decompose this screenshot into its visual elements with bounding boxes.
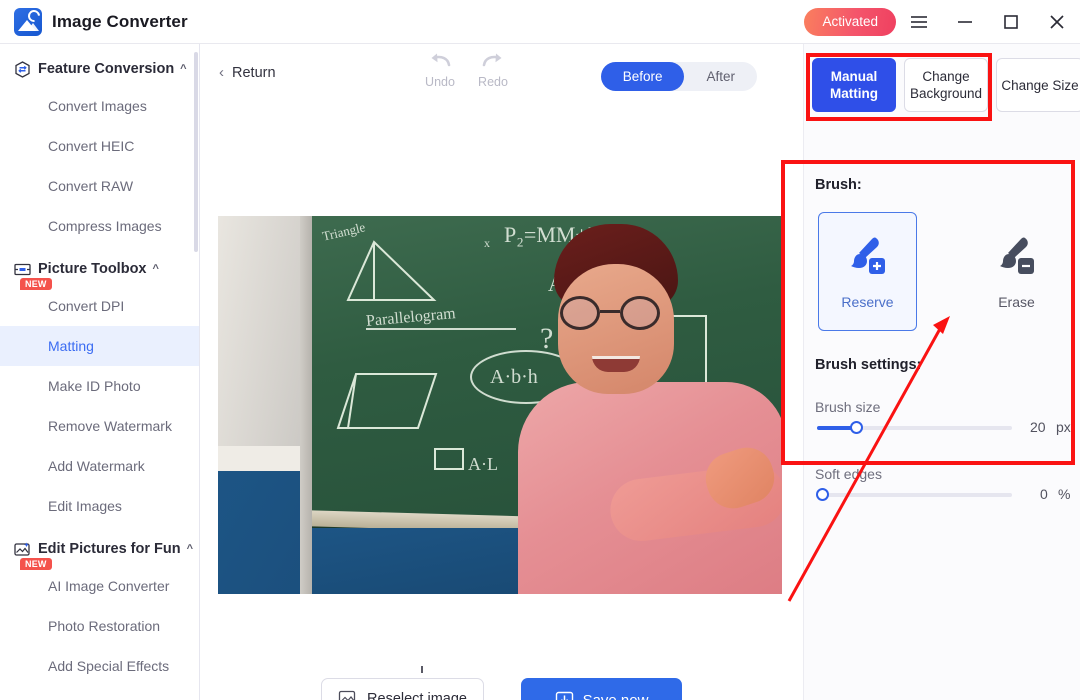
sidebar-item-convert-images[interactable]: Convert Images (0, 86, 199, 126)
sidebar-item-compress-images[interactable]: Compress Images (0, 206, 199, 246)
convert-hex-icon (14, 60, 31, 78)
mode-button-group: Manual Matting Change Background Change … (812, 58, 1080, 112)
app-window: Image Converter Activated Feature Conver… (0, 0, 1080, 700)
sidebar-item-matting[interactable]: Matting (0, 326, 199, 366)
brush-minus-icon (989, 234, 1045, 281)
sidebar-item-label: AI Image Converter (48, 578, 170, 594)
editor-toolbar: ‹ Return Undo Redo Before After (201, 44, 803, 106)
sidebar-item-ai-image-converter[interactable]: NEW AI Image Converter (0, 558, 199, 606)
maximize-icon[interactable] (988, 0, 1034, 44)
edit-picture-icon (14, 541, 31, 558)
new-badge: NEW (20, 278, 52, 290)
window-controls: Activated (804, 0, 1080, 44)
sidebar-item-label: Compress Images (48, 218, 162, 234)
sidebar-item-convert-heic[interactable]: Convert HEIC (0, 126, 199, 166)
redo-label: Redo (478, 75, 508, 89)
change-size-button[interactable]: Change Size (996, 58, 1080, 112)
close-icon[interactable] (1034, 0, 1080, 44)
sidebar-group-title: Picture Toolbox (38, 261, 147, 277)
reselect-label: Reselect image (367, 691, 467, 700)
minimize-icon[interactable] (942, 0, 988, 44)
undo-arrow-icon (431, 53, 451, 67)
sidebar-group-title: Feature Conversion (38, 61, 175, 77)
soft-edges-value: 0 (1040, 486, 1048, 502)
reserve-brush-button[interactable]: Reserve (818, 212, 917, 331)
brush-section-label: Brush: (815, 177, 862, 193)
brush-tool-group: Reserve Erase (812, 212, 1066, 331)
editor-area: ‹ Return Undo Redo Before After Triangle… (201, 44, 803, 700)
sidebar-item-add-watermark[interactable]: Add Watermark (0, 446, 199, 486)
sidebar-group-feature-conversion[interactable]: Feature Conversion ^ (0, 52, 199, 86)
sidebar-item-label: Convert DPI (48, 298, 125, 314)
reselect-image-button[interactable]: Reselect image (321, 678, 484, 700)
before-tab[interactable]: Before (600, 62, 685, 91)
before-after-toggle: Before After (600, 62, 757, 91)
hamburger-icon[interactable] (896, 0, 942, 44)
undo-label: Undo (425, 75, 455, 89)
manual-matting-button[interactable]: Manual Matting (812, 58, 896, 112)
sidebar-item-make-id-photo[interactable]: Make ID Photo (0, 366, 199, 406)
activated-button[interactable]: Activated (804, 7, 896, 36)
preview-photo[interactable]: Triangle P₂=MM+M A = b×h 2 Parallelogram… (218, 216, 782, 594)
sidebar-item-label: Convert HEIC (48, 138, 135, 154)
person-subject (518, 224, 782, 594)
toolbox-icon (14, 261, 31, 278)
redo-arrow-icon (482, 53, 502, 67)
image-refresh-icon (338, 690, 358, 700)
image-canvas[interactable]: Triangle P₂=MM+M A = b×h 2 Parallelogram… (201, 106, 803, 673)
sidebar-item-label: Photo Restoration (48, 618, 161, 634)
soft-edges-slider-track[interactable] (817, 493, 1012, 497)
sidebar-item-label: Add Watermark (48, 458, 145, 474)
save-now-button[interactable]: Save now (521, 678, 682, 700)
action-bar: Reselect image Save now (201, 646, 803, 700)
erase-brush-button[interactable]: Erase (967, 212, 1066, 331)
download-box-icon (555, 691, 574, 700)
save-label: Save now (582, 691, 649, 700)
soft-edges-label: Soft edges (815, 466, 882, 482)
sidebar-item-label: Remove Watermark (48, 418, 172, 434)
sidebar-item-add-special-effects[interactable]: Add Special Effects (0, 646, 199, 686)
redo-button[interactable]: Redo (466, 52, 520, 89)
sidebar: Feature Conversion ^ Convert Images Conv… (0, 44, 200, 700)
chevron-up-icon: ^ (180, 63, 187, 75)
sidebar-item-label: Matting (48, 338, 94, 354)
sidebar-item-label: Make ID Photo (48, 378, 141, 394)
sidebar-item-label: Convert Images (48, 98, 147, 114)
brush-size-label: Brush size (815, 399, 881, 415)
soft-edges-unit: % (1058, 486, 1071, 502)
sidebar-item-remove-watermark[interactable]: Remove Watermark (0, 406, 199, 446)
return-button[interactable]: ‹ Return (219, 64, 276, 81)
brush-size-unit: px (1056, 419, 1071, 435)
sidebar-scrollbar[interactable] (194, 52, 198, 252)
right-panel: Manual Matting Change Background Change … (803, 44, 1080, 700)
sidebar-item-photo-restoration[interactable]: Photo Restoration (0, 606, 199, 646)
sidebar-item-label: Convert RAW (48, 178, 134, 194)
title-bar: Image Converter Activated (0, 0, 1080, 44)
chevron-left-icon: ‹ (219, 64, 224, 81)
sidebar-item-label: Add Special Effects (48, 658, 170, 674)
sidebar-item-pic-collage[interactable]: Pic Collage (0, 686, 199, 700)
new-badge: NEW (20, 558, 52, 570)
sidebar-item-convert-raw[interactable]: Convert RAW (0, 166, 199, 206)
brush-size-value: 20 (1030, 419, 1046, 435)
return-label: Return (232, 64, 276, 81)
chevron-up-icon: ^ (152, 263, 159, 275)
sidebar-group-title: Edit Pictures for Fun (38, 541, 181, 557)
brush-size-slider-knob[interactable] (850, 421, 863, 434)
erase-label: Erase (998, 293, 1035, 310)
sidebar-item-convert-dpi[interactable]: NEW Convert DPI (0, 278, 199, 326)
app-title: Image Converter (52, 11, 188, 31)
soft-edges-slider-knob[interactable] (816, 488, 829, 501)
after-tab[interactable]: After (684, 62, 757, 91)
reserve-label: Reserve (841, 293, 894, 310)
change-background-button[interactable]: Change Background (904, 58, 988, 112)
undo-button[interactable]: Undo (413, 52, 467, 89)
sidebar-item-edit-images[interactable]: Edit Images (0, 486, 199, 526)
app-logo-icon (14, 7, 42, 36)
sidebar-item-label: Edit Images (48, 498, 122, 514)
chevron-up-icon: ^ (186, 543, 194, 555)
brush-plus-icon (840, 234, 896, 281)
brush-settings-label: Brush settings: (815, 357, 922, 373)
